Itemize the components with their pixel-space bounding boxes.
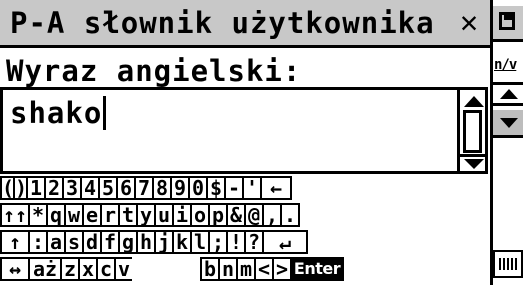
on-screen-keyboard: () 1 2 3 4 5 6 7 8 9 0 $ - ' ← ↑↑ * q w e r t y u i o p & @,. ↑: a s d f g… (0, 176, 490, 285)
keyboard-key[interactable]: c (96, 257, 116, 281)
keyboard-key[interactable]: i (172, 203, 192, 227)
keyboard-key[interactable]: ; (208, 230, 228, 254)
keyboard-key[interactable]: l (190, 230, 210, 254)
keyboard-key[interactable]: & (226, 203, 246, 227)
enter-key[interactable]: Enter (290, 257, 344, 281)
down-arrow-icon (500, 118, 518, 128)
keyboard-key[interactable]: 5 (98, 176, 118, 200)
keyboard-key[interactable]: ↔ (0, 257, 30, 281)
keyboard-key[interactable]: aż (28, 257, 62, 281)
up-arrow-icon (500, 89, 518, 99)
keyboard-key[interactable]: 7 (134, 176, 154, 200)
save-icon (499, 12, 515, 30)
keyboard-key[interactable]: > (272, 257, 292, 281)
keyboard-key[interactable]: w (64, 203, 84, 227)
word-input-box[interactable]: shako (0, 87, 488, 174)
keyboard-key[interactable]: f (100, 230, 120, 254)
keyboard-key[interactable]: g (118, 230, 138, 254)
keyboard-key[interactable]: n (218, 257, 238, 281)
keyboard-key[interactable]: b (200, 257, 220, 281)
keyboard-key[interactable]: q (46, 203, 66, 227)
keyboard-key[interactable]: 8 (152, 176, 172, 200)
title-bar: P-A słownik użytkownika ✕ (0, 0, 490, 48)
keyboard-key[interactable]: o (190, 203, 210, 227)
scroll-down-arrow-icon[interactable] (464, 159, 484, 169)
keyboard-key[interactable]: 3 (62, 176, 82, 200)
close-button[interactable]: ✕ (454, 6, 484, 40)
keyboard-key[interactable]: 9 (170, 176, 190, 200)
keyboard-key[interactable]: ← (260, 176, 292, 200)
side-scroll-down-button[interactable] (493, 110, 523, 138)
noun-verb-button[interactable]: n/v (494, 57, 517, 73)
keyboard-key[interactable]: ? (244, 230, 264, 254)
keyboard-key[interactable]: < (254, 257, 274, 281)
keyboard-key[interactable]: u (154, 203, 174, 227)
keyboard-key[interactable]: 4 (80, 176, 100, 200)
keyboard-key[interactable]: 6 (116, 176, 136, 200)
scroll-up-arrow-icon[interactable] (464, 96, 484, 107)
space-key[interactable] (132, 257, 202, 281)
keyboard-key[interactable]: x (78, 257, 98, 281)
text-caret (103, 96, 106, 130)
word-input-text[interactable]: shako (10, 96, 102, 130)
keyboard-icon (499, 258, 517, 270)
keyboard-key[interactable]: s (64, 230, 84, 254)
keyboard-key[interactable]: 2 (44, 176, 64, 200)
keyboard-key[interactable]: * (28, 203, 48, 227)
keyboard-key[interactable]: p (208, 203, 228, 227)
keyboard-key[interactable]: m (236, 257, 256, 281)
side-scroll-up-button[interactable] (493, 82, 523, 106)
keyboard-toggle-button[interactable] (493, 250, 523, 278)
save-button[interactable] (493, 6, 523, 42)
scroll-divider (460, 154, 485, 157)
keyboard-key[interactable]: ↵ (262, 230, 308, 254)
prompt-label: Wyraz angielski: (6, 54, 302, 88)
keyboard-key[interactable]: v (114, 257, 134, 281)
window-title: P-A słownik użytkownika (10, 6, 435, 40)
keyboard-key[interactable]: y (136, 203, 156, 227)
keyboard-key[interactable]: ↑↑ (0, 203, 30, 227)
keyboard-key[interactable]: d (82, 230, 102, 254)
keyboard-key[interactable]: , (262, 203, 282, 227)
keyboard-key[interactable]: t (118, 203, 138, 227)
keyboard-key[interactable]: z (60, 257, 80, 281)
scroll-thumb[interactable] (463, 110, 482, 153)
keyboard-key[interactable]: r (100, 203, 120, 227)
keyboard-key[interactable]: h (136, 230, 156, 254)
keyboard-key[interactable]: : (28, 230, 48, 254)
keyboard-key[interactable]: - (224, 176, 244, 200)
keyboard-key[interactable]: j (154, 230, 174, 254)
input-scrollbar[interactable] (457, 90, 485, 171)
keyboard-key[interactable]: e (82, 203, 102, 227)
keyboard-key[interactable]: . (280, 203, 300, 227)
close-icon: ✕ (459, 5, 479, 40)
keyboard-key[interactable]: 0 (188, 176, 208, 200)
keyboard-key[interactable]: a (46, 230, 66, 254)
keyboard-key[interactable]: @ (244, 203, 264, 227)
keyboard-key[interactable]: ! (226, 230, 246, 254)
keyboard-key[interactable]: ' (242, 176, 262, 200)
keyboard-key[interactable]: k (172, 230, 192, 254)
keyboard-key[interactable]: ↑ (0, 230, 30, 254)
side-panel: n/v (490, 0, 523, 285)
keyboard-key[interactable]: $ (206, 176, 226, 200)
keyboard-key[interactable]: 1 (26, 176, 46, 200)
